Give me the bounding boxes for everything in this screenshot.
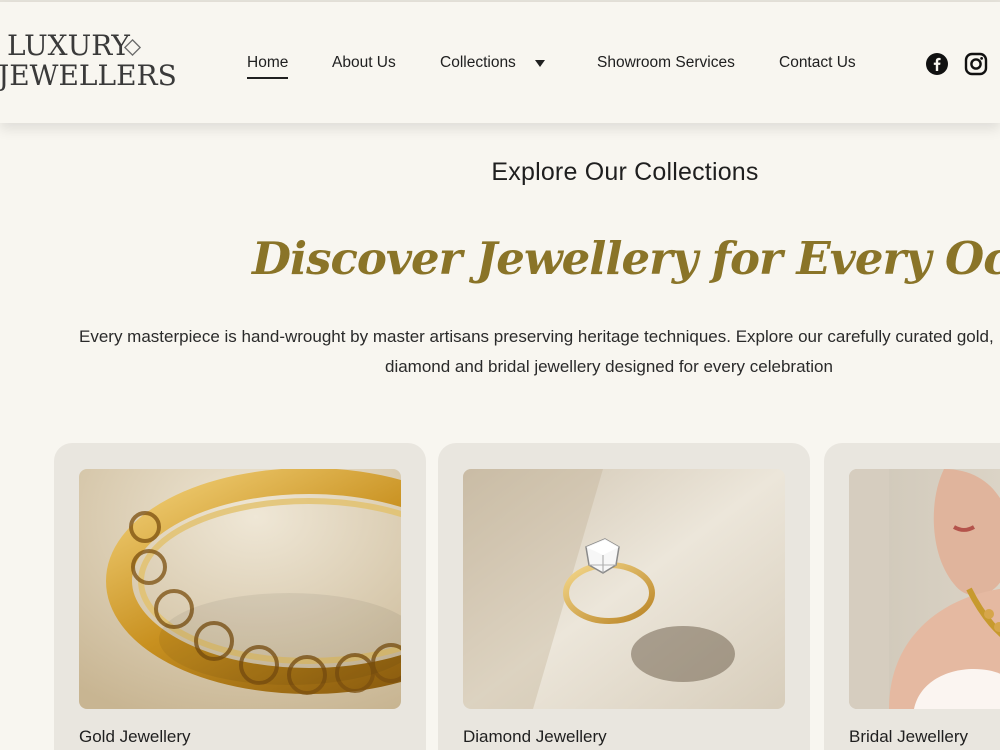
bridal-necklace-image[interactable] (849, 469, 1000, 709)
collection-card-bridal[interactable]: Bridal Jewellery (824, 443, 1000, 750)
bridal-model-illustration (849, 469, 1000, 709)
hero-intro-line-1: Every masterpiece is hand-wrought by mas… (79, 327, 994, 346)
hero-headline: Discover Jewellery for Every Occasion (252, 232, 1000, 285)
nav-item-collections[interactable]: Collections (440, 53, 516, 73)
site-header: LUXURY JEWELLERS Home About Us Collectio… (0, 2, 1000, 123)
collection-card-gold[interactable]: Gold Jewellery (54, 443, 426, 750)
nav-contact-label: Contact Us (779, 54, 856, 71)
collection-title: Diamond Jewellery (463, 727, 607, 746)
nav-item-home[interactable]: Home (247, 53, 289, 79)
gold-ring-image[interactable] (79, 469, 401, 709)
nav-showroom-label: Showroom Services (597, 54, 735, 71)
caret-down-icon[interactable] (534, 59, 546, 69)
main-navigation: Home About Us Collections Showroom Servi… (0, 2, 1000, 123)
instagram-icon[interactable] (964, 52, 988, 76)
nav-home-label: Home (247, 54, 289, 71)
nav-item-contact-us[interactable]: Contact Us (779, 53, 856, 73)
diamond-ring-image[interactable] (463, 469, 785, 709)
section-kicker: Explore Our Collections (491, 158, 759, 186)
nav-item-about-us[interactable]: About Us (332, 53, 396, 73)
nav-collections-label: Collections (440, 54, 516, 71)
facebook-icon[interactable] (925, 52, 949, 76)
nav-item-showroom-services[interactable]: Showroom Services (597, 53, 735, 73)
gold-ring-illustration (79, 469, 401, 709)
hero-intro-line-2: diamond and bridal jewellery designed fo… (385, 357, 833, 376)
collection-title: Bridal Jewellery (849, 727, 969, 746)
collection-title: Gold Jewellery (79, 727, 191, 746)
diamond-ring-illustration (463, 469, 785, 709)
collection-card-diamond[interactable]: Diamond Jewellery (438, 443, 810, 750)
active-underline (247, 77, 289, 79)
collections-grid: Gold Jewellery Diamond Jewellery Bridal … (0, 443, 1000, 750)
page: LUXURY JEWELLERS Home About Us Collectio… (0, 0, 1000, 750)
nav-about-label: About Us (332, 54, 396, 71)
